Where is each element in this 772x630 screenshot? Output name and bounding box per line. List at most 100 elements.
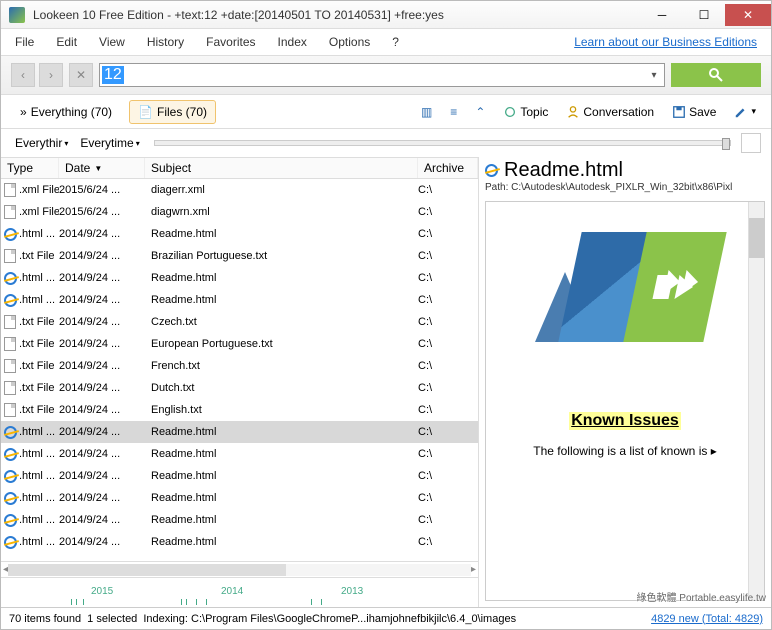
table-row[interactable]: .xml File2015/6/24 ...diagwrn.xmlC:\ (1, 201, 478, 223)
cell-type: .xml File (19, 206, 59, 218)
filter-toggle-button[interactable] (741, 133, 761, 153)
table-row[interactable]: .txt File2014/9/24 ...Dutch.txtC:\ (1, 377, 478, 399)
cell-type: .html ... (19, 426, 59, 438)
known-issues-heading: Known Issues (569, 412, 681, 430)
table-row[interactable]: .xml File2015/6/24 ...diagerr.xmlC:\ (1, 179, 478, 201)
table-row[interactable]: .html ...2014/9/24 ...Readme.htmlC:\ (1, 531, 478, 553)
menu-edit[interactable]: Edit (56, 35, 77, 49)
table-row[interactable]: .txt File2014/9/24 ...Czech.txtC:\ (1, 311, 478, 333)
tab-files[interactable]: 📄 Files (70) (129, 100, 216, 124)
table-row[interactable]: .html ...2014/9/24 ...Readme.htmlC:\ (1, 267, 478, 289)
cell-type: .txt File (19, 316, 59, 328)
timeline[interactable]: 2015 2014 2013 (1, 577, 478, 607)
cell-date: 2014/9/24 ... (59, 470, 145, 482)
nav-back-button[interactable]: ‹ (11, 63, 35, 87)
search-input[interactable] (124, 68, 646, 83)
table-row[interactable]: .txt File2014/9/24 ...European Portugues… (1, 333, 478, 355)
col-subject[interactable]: Subject (145, 158, 418, 178)
search-input-box[interactable]: 12 ▾ (99, 63, 665, 87)
menu-index[interactable]: Index (278, 35, 307, 49)
table-row[interactable]: .html ...2014/9/24 ...Readme.htmlC:\ (1, 487, 478, 509)
cell-date: 2014/9/24 ... (59, 448, 145, 460)
cell-date: 2014/9/24 ... (59, 228, 145, 240)
view-list-button[interactable]: ▥ (416, 100, 437, 124)
conversation-button[interactable]: Conversation (561, 100, 659, 124)
col-archive[interactable]: Archive (418, 158, 478, 178)
business-editions-link[interactable]: Learn about our Business Editions (574, 35, 757, 49)
menu-favorites[interactable]: Favorites (206, 35, 255, 49)
file-icon (4, 359, 16, 373)
table-row[interactable]: .html ...2014/9/24 ...Readme.htmlC:\ (1, 509, 478, 531)
table-row[interactable]: .html ...2014/9/24 ...Readme.htmlC:\ (1, 223, 478, 245)
cell-archive: C:\ (418, 338, 478, 350)
menu-history[interactable]: History (147, 35, 184, 49)
table-row[interactable]: .html ...2014/9/24 ...Readme.htmlC:\ (1, 421, 478, 443)
ie-icon (485, 164, 498, 177)
search-toolbar: ‹ › ✕ 12 ▾ (1, 55, 771, 95)
table-row[interactable]: .html ...2014/9/24 ...Readme.htmlC:\ (1, 443, 478, 465)
cell-date: 2015/6/24 ... (59, 206, 145, 218)
cell-archive: C:\ (418, 426, 478, 438)
cell-subject: Dutch.txt (145, 382, 418, 394)
filter-everytime[interactable]: Everytime▾ (76, 134, 143, 152)
col-date[interactable]: Date▼ (59, 158, 145, 178)
menu-options[interactable]: Options (329, 35, 370, 49)
cell-subject: Readme.html (145, 448, 418, 460)
view-lines-button[interactable]: ≡ (445, 100, 462, 124)
maximize-button[interactable]: ☐ (683, 4, 725, 26)
column-filter-bar: Everythir▾ Everytime▾ (1, 129, 771, 157)
cell-subject: Readme.html (145, 536, 418, 548)
cell-date: 2014/9/24 ... (59, 382, 145, 394)
table-row[interactable]: .txt File2014/9/24 ...Brazilian Portugue… (1, 245, 478, 267)
results-pane: Type Date▼ Subject Archive .xml File2015… (1, 157, 479, 607)
save-button[interactable]: Save (667, 100, 721, 124)
cell-date: 2014/9/24 ... (59, 338, 145, 350)
app-icon (9, 7, 25, 23)
cell-archive: C:\ (418, 294, 478, 306)
collapse-button[interactable]: ⌃ (470, 100, 490, 124)
table-row[interactable]: .txt File2014/9/24 ...English.txtC:\ (1, 399, 478, 421)
filter-toolbar: » Everything (70) 📄 Files (70) ▥ ≡ ⌃ Top… (1, 95, 771, 129)
tab-everything[interactable]: » Everything (70) (11, 100, 121, 124)
ie-icon (4, 514, 17, 527)
edit-button[interactable]: ▾ (729, 100, 761, 124)
menubar: File Edit View History Favorites Index O… (1, 29, 771, 55)
cell-subject: English.txt (145, 404, 418, 416)
titlebar: Lookeen 10 Free Edition - +text:12 +date… (1, 1, 771, 29)
cell-archive: C:\ (418, 250, 478, 262)
minimize-button[interactable]: ─ (641, 4, 683, 26)
cell-subject: Readme.html (145, 470, 418, 482)
nav-stop-button[interactable]: ✕ (69, 63, 93, 87)
cell-subject: Readme.html (145, 272, 418, 284)
cell-type: .html ... (19, 492, 59, 504)
menu-help[interactable]: ? (392, 35, 399, 49)
preview-body: Known Issues The following is a list of … (485, 201, 765, 601)
menu-view[interactable]: View (99, 35, 125, 49)
cell-type: .txt File (19, 404, 59, 416)
cell-date: 2014/9/24 ... (59, 294, 145, 306)
topic-button[interactable]: Topic (498, 100, 553, 124)
everything-icon: » (20, 105, 27, 119)
status-new-link[interactable]: 4829 new (Total: 4829) (651, 613, 763, 625)
status-selected: 1 selected (87, 613, 137, 625)
search-dropdown-icon[interactable]: ▾ (646, 70, 662, 81)
horizontal-scrollbar[interactable]: ◂▸ (1, 561, 478, 577)
cell-archive: C:\ (418, 360, 478, 372)
status-indexing: Indexing: C:\Program Files\GoogleChromeP… (143, 613, 516, 625)
search-button[interactable] (671, 63, 761, 87)
preview-pane: Readme.html Path: C:\Autodesk\Autodesk_P… (479, 157, 771, 607)
nav-forward-button[interactable]: › (39, 63, 63, 87)
file-icon (4, 337, 16, 351)
menu-file[interactable]: File (15, 35, 34, 49)
vertical-scrollbar[interactable] (748, 202, 764, 600)
filter-everything[interactable]: Everythir▾ (11, 134, 72, 152)
preview-text: The following is a list of known is ▸ (521, 444, 728, 458)
search-value: 12 (102, 66, 124, 84)
col-type[interactable]: Type (1, 158, 59, 178)
close-button[interactable]: ✕ (725, 4, 771, 26)
table-row[interactable]: .html ...2014/9/24 ...Readme.htmlC:\ (1, 465, 478, 487)
table-row[interactable]: .html ...2014/9/24 ...Readme.htmlC:\ (1, 289, 478, 311)
filter-slider[interactable] (154, 140, 731, 146)
table-row[interactable]: .txt File2014/9/24 ...French.txtC:\ (1, 355, 478, 377)
cell-subject: Czech.txt (145, 316, 418, 328)
